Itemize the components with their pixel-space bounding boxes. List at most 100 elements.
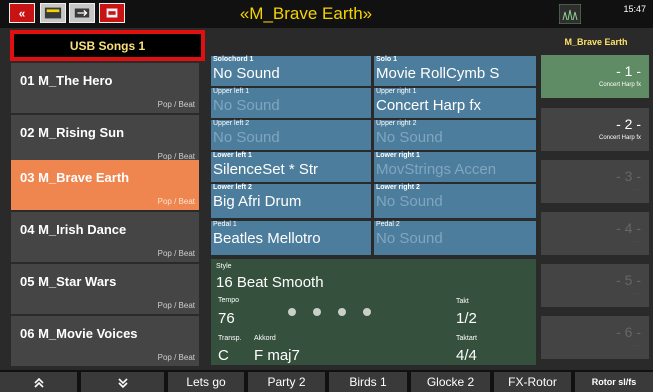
- record-icon[interactable]: [99, 3, 125, 23]
- bottom-bar: Lets go Party 2 Birds 1 Glocke 2 FX-Roto…: [0, 370, 653, 392]
- quick-button-glocke-2[interactable]: Glocke 2: [411, 372, 490, 392]
- registration-number: - 2 -: [616, 116, 641, 132]
- song-list-header[interactable]: USB Songs 1: [10, 30, 205, 61]
- voice-value: No Sound: [213, 97, 280, 114]
- tempo-value: 76: [218, 310, 235, 327]
- song-item[interactable]: 05 M_Star Wars Pop / Beat: [11, 264, 199, 314]
- song-name: 03 M_Brave Earth: [20, 170, 130, 185]
- voice-label: Lower right 2: [376, 184, 420, 191]
- registration-3[interactable]: - 3 - - - -: [541, 160, 649, 203]
- registration-number: - 1 -: [616, 63, 641, 79]
- takt-value: 1/2: [456, 310, 477, 327]
- song-genre: Pop / Beat: [157, 197, 195, 206]
- scroll-down-button[interactable]: [81, 372, 164, 392]
- registration-label: Concert Harp fx: [598, 135, 641, 141]
- voice-label: Pedal 2: [376, 221, 400, 228]
- voice-lower-right1[interactable]: Lower right 1 MovStrings Accen: [374, 152, 536, 182]
- voice-label: Solo 1: [376, 56, 398, 63]
- voice-upper-left2[interactable]: Upper left 2 No Sound: [211, 120, 371, 150]
- registration-title: M_Brave Earth: [564, 37, 628, 47]
- quick-button-party-2[interactable]: Party 2: [248, 372, 325, 392]
- voice-upper-right2[interactable]: Upper right 2 No Sound: [374, 120, 536, 150]
- voice-value: Big Afri Drum: [213, 193, 302, 210]
- registration-label: - - -: [631, 187, 641, 193]
- akkord-label: Akkord: [254, 335, 276, 342]
- back-arrows-icon[interactable]: «: [9, 3, 35, 23]
- voice-value: Movie RollCymb S: [376, 65, 500, 82]
- voice-pedal1[interactable]: Pedal 1 Beatles Mellotro: [211, 221, 371, 255]
- voice-value: No Sound: [376, 230, 443, 247]
- voice-lower-left1[interactable]: Lower left 1 SilenceSet * Str: [211, 152, 371, 182]
- quick-button-lets-go[interactable]: Lets go: [168, 372, 244, 392]
- voice-lower-right2[interactable]: Lower right 2 No Sound: [374, 184, 536, 218]
- voice-value: Beatles Mellotro: [213, 230, 321, 247]
- tempo-label: Tempo: [218, 297, 240, 304]
- song-name: 05 M_Star Wars: [20, 274, 117, 289]
- quick-button-fx-rotor[interactable]: FX-Rotor: [494, 372, 571, 392]
- registration-4[interactable]: - 4 - - - -: [541, 212, 649, 255]
- registration-number: - 3 -: [616, 168, 641, 184]
- registration-2[interactable]: - 2 - Concert Harp fx: [541, 108, 649, 151]
- transp-label: Transp.: [218, 335, 242, 342]
- beat-dot: [363, 308, 371, 316]
- song-item[interactable]: 06 M_Movie Voices Pop / Beat: [11, 316, 199, 366]
- registration-5[interactable]: - 5 - - - -: [541, 264, 649, 307]
- song-list-title: USB Songs 1: [69, 39, 146, 53]
- voice-value: No Sound: [376, 129, 443, 146]
- voice-label: Pedal 1: [213, 221, 237, 228]
- song-item[interactable]: 01 M_The Hero Pop / Beat: [11, 63, 199, 113]
- takt-label: Takt: [456, 298, 469, 305]
- registration-6[interactable]: - 6 - - - -: [541, 316, 649, 359]
- song-genre: Pop / Beat: [157, 353, 195, 362]
- voice-solo1[interactable]: Solo 1 Movie RollCymb S: [374, 56, 536, 86]
- voice-upper-right1[interactable]: Upper right 1 Concert Harp fx: [374, 88, 536, 118]
- voice-upper-left1[interactable]: Upper left 1 No Sound: [211, 88, 371, 118]
- voice-solochord1[interactable]: Solochord 1 No Sound: [211, 56, 371, 86]
- voice-pedal2[interactable]: Pedal 2 No Sound: [374, 221, 536, 255]
- registration-number: - 4 -: [616, 220, 641, 236]
- song-item[interactable]: 04 M_Irish Dance Pop / Beat: [11, 212, 199, 262]
- song-name: 04 M_Irish Dance: [20, 222, 127, 237]
- song-name: 06 M_Movie Voices: [20, 326, 138, 341]
- voice-value: Concert Harp fx: [376, 97, 482, 114]
- voice-label: Solochord 1: [213, 56, 254, 63]
- style-label: Style: [216, 263, 232, 270]
- svg-text:«: «: [19, 8, 26, 21]
- beat-dot: [338, 308, 346, 316]
- chevron-double-up-icon: [33, 377, 44, 388]
- voice-value: SilenceSet * Str: [213, 161, 319, 178]
- voice-label: Upper left 1: [213, 88, 250, 95]
- registration-1[interactable]: - 1 - Concert Harp fx: [541, 55, 649, 98]
- song-genre: Pop / Beat: [157, 100, 195, 109]
- usb-icon[interactable]: [69, 3, 95, 23]
- voice-label: Upper left 2: [213, 120, 250, 127]
- voice-label: Upper right 2: [376, 120, 417, 127]
- song-genre: Pop / Beat: [157, 301, 195, 310]
- voice-value: MovStrings Accen: [376, 161, 497, 178]
- registration-label: - - -: [631, 239, 641, 245]
- registration-label: Concert Harp fx: [598, 82, 641, 88]
- song-item-selected[interactable]: 03 M_Brave Earth Pop / Beat: [11, 160, 199, 210]
- song-name: 02 M_Rising Sun: [20, 125, 125, 140]
- registration-label: - - -: [631, 291, 641, 297]
- transp-value: C: [218, 347, 229, 364]
- voice-label: Upper right 1: [376, 88, 417, 95]
- voice-lower-left2[interactable]: Lower left 2 Big Afri Drum: [211, 184, 371, 218]
- registration-number: - 5 -: [616, 272, 641, 288]
- registration-number: - 6 -: [616, 324, 641, 340]
- quick-button-birds-1[interactable]: Birds 1: [329, 372, 407, 392]
- song-genre: Pop / Beat: [157, 249, 195, 258]
- taktart-value: 4/4: [456, 347, 477, 364]
- beat-dot: [313, 308, 321, 316]
- voice-value: No Sound: [213, 129, 280, 146]
- song-name: 01 M_The Hero: [20, 73, 113, 88]
- voice-value: No Sound: [376, 193, 443, 210]
- quick-button-rotor-sl-fs[interactable]: Rotor sl/fs: [575, 372, 653, 392]
- akkord-value: F maj7: [254, 347, 300, 364]
- page-title: «M_Brave Earth»: [239, 4, 373, 23]
- song-item[interactable]: 02 M_Rising Sun Pop / Beat: [11, 115, 199, 165]
- scroll-up-button[interactable]: [0, 372, 77, 392]
- panel-icon[interactable]: [558, 3, 582, 25]
- clock: 15:47: [623, 4, 646, 14]
- folder-icon[interactable]: [40, 3, 66, 23]
